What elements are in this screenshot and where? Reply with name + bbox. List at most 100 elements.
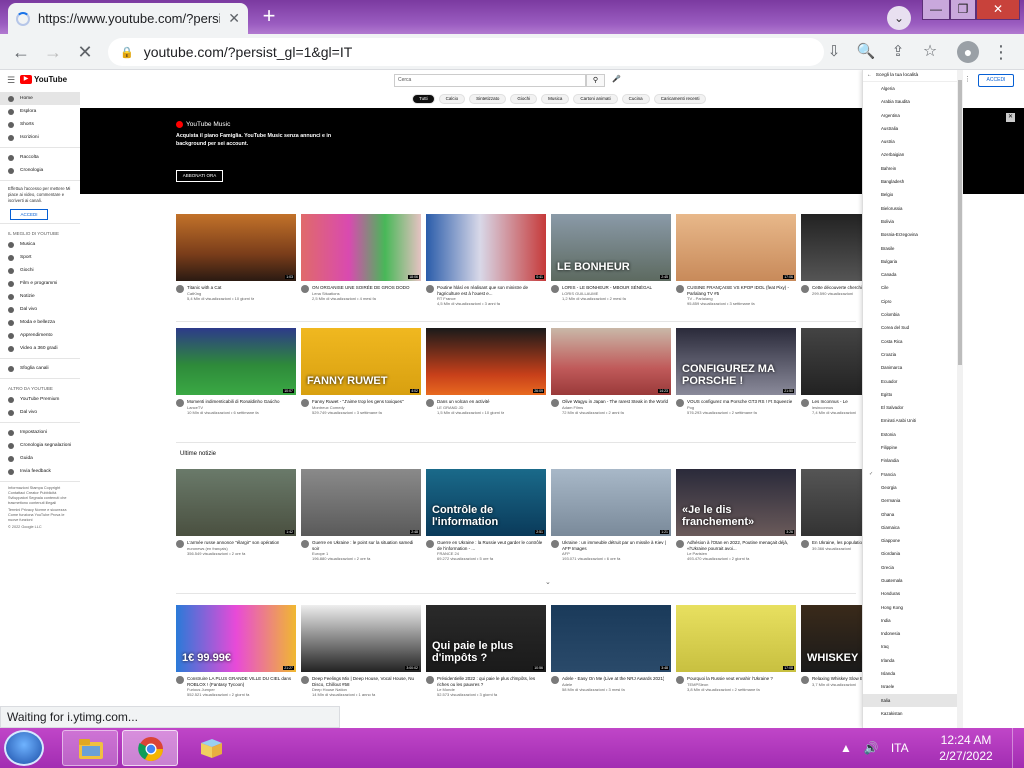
country-option-bahrein[interactable]: Bahrein: [863, 162, 958, 175]
chevron-down-icon[interactable]: ⌄: [545, 578, 551, 586]
video-title[interactable]: Deep Feelings Mix | Deep House, Vocal Ho…: [312, 676, 421, 687]
stop-loading-icon[interactable]: ✕: [74, 41, 96, 63]
profile-avatar-icon[interactable]: ●: [957, 41, 979, 63]
country-option-bolivia[interactable]: Bolivia: [863, 215, 958, 228]
video-card[interactable]: 3:00:02 Deep Feelings Mix | Deep House, V…: [301, 605, 421, 697]
back-icon[interactable]: ←: [10, 41, 32, 63]
location-dropdown-header[interactable]: ← Scegli la tua località: [863, 70, 958, 82]
chip-tutti[interactable]: Tutti: [412, 94, 435, 104]
sidebar-item-moda-e-bellezza[interactable]: Moda e bellezza: [0, 316, 80, 329]
new-tab-button[interactable]: +: [256, 5, 282, 29]
sidebar-item-cronologia-segnalazioni[interactable]: Cronologia segnalazioni: [0, 439, 80, 452]
sidebar-item-home[interactable]: Home: [0, 92, 80, 105]
microphone-icon[interactable]: 🎤: [612, 75, 621, 83]
country-option-italia[interactable]: Italia: [863, 693, 958, 707]
country-option-indonesia[interactable]: Indonesia: [863, 627, 958, 640]
video-card[interactable]: CONFIGUREZ MA PORSCHE ! 21:50 VOUS configu…: [676, 328, 796, 415]
country-option-ecuador[interactable]: Ecuador: [863, 375, 958, 388]
country-option-filippine[interactable]: Filippine: [863, 441, 958, 454]
channel-avatar[interactable]: [551, 540, 559, 548]
channel-avatar[interactable]: [426, 285, 434, 293]
country-option-georgia[interactable]: Georgia: [863, 481, 958, 494]
channel-avatar[interactable]: [426, 399, 434, 407]
minimize-button[interactable]: —: [922, 0, 950, 20]
country-option-bangladesh[interactable]: Bangladesh: [863, 175, 958, 188]
maximize-button[interactable]: ❐: [950, 0, 976, 20]
sidebar-item-guida[interactable]: Guida: [0, 452, 80, 465]
chip-giochi[interactable]: Giochi: [510, 94, 538, 104]
video-thumbnail[interactable]: 3:00:02: [301, 605, 421, 672]
country-option-algeria[interactable]: Algeria: [863, 82, 958, 95]
channel-avatar[interactable]: [676, 540, 684, 548]
video-card[interactable]: LE BONHEUR 2:45 LORIS - LE BONHEUR - MBOUR…: [551, 214, 671, 306]
video-card[interactable]: 26:09 Dans un volcan en activité LE GRAND …: [426, 328, 546, 415]
video-thumbnail[interactable]: FANNY RUWET 4:02: [301, 328, 421, 395]
country-option-giordania[interactable]: Giordania: [863, 547, 958, 560]
video-title[interactable]: Olive Wagyu in Japan - The rarest Steak …: [562, 399, 668, 405]
menu-kebab-icon[interactable]: ⋮: [990, 41, 1012, 63]
video-title[interactable]: Construire LA PLUS GRANDE VILLE DU CIEL …: [187, 676, 296, 687]
video-card[interactable]: 17:06 CUISINE FRANÇAISE VS KPOP IDOL (fea…: [676, 214, 796, 306]
country-option-bulgaria[interactable]: Bulgaria: [863, 255, 958, 268]
sidebar-item-giochi[interactable]: Giochi: [0, 264, 80, 277]
country-option-islanda[interactable]: Islanda: [863, 667, 958, 680]
sidebar-item-raccolta[interactable]: Raccolta: [0, 151, 80, 164]
search-icon[interactable]: ⚲: [586, 74, 605, 87]
channel-avatar[interactable]: [301, 676, 309, 684]
show-hidden-icons-icon[interactable]: ▲: [840, 741, 852, 755]
youtube-logo[interactable]: ▶ YouTube: [20, 75, 67, 84]
sidebar-item-sport[interactable]: Sport: [0, 251, 80, 264]
country-option-ghana[interactable]: Ghana: [863, 508, 958, 521]
video-title[interactable]: Adele - Easy On Me (Live at the NRJ Awar…: [562, 676, 664, 682]
country-option-costa-rica[interactable]: Costa Rica: [863, 335, 958, 348]
settings-dots-icon[interactable]: ⋮: [964, 75, 971, 83]
channel-avatar[interactable]: [551, 285, 559, 293]
tab-search-button[interactable]: ⌄: [887, 6, 911, 30]
channel-avatar[interactable]: [801, 285, 809, 293]
video-title[interactable]: ON ORGANISE UNE SOIRÉE DE GROS DODO: [312, 285, 410, 291]
chip-cartoni-animati[interactable]: Cartoni animati: [573, 94, 618, 104]
sidebar-item-dal-vivo[interactable]: Dal vivo: [0, 303, 80, 316]
yt-search-input[interactable]: Cerca: [394, 74, 586, 87]
video-card[interactable]: 14:23 Olive Wagyu in Japan - The rarest S…: [551, 328, 671, 415]
back-arrow-icon[interactable]: ←: [867, 73, 872, 78]
country-option-australia[interactable]: Australia: [863, 122, 958, 135]
video-card[interactable]: FANNY RUWET 4:02 Fanny Ruwet - "J'aime tro…: [301, 328, 421, 415]
video-card[interactable]: 17:08 Pourquoi la Russie veut envahir l'U…: [676, 605, 796, 697]
sidebar-signin-button[interactable]: ACCEDI: [10, 209, 48, 220]
country-option-iraq[interactable]: Iraq: [863, 640, 958, 653]
video-title[interactable]: CUISINE FRANÇAISE VS KPOP IDOL (feat Pix…: [687, 285, 796, 296]
sidebar-item-musica[interactable]: Musica: [0, 238, 80, 251]
sidebar-item-video-a-360-gradi[interactable]: Video a 360 gradi: [0, 342, 80, 355]
country-option-germania[interactable]: Germania: [863, 494, 958, 507]
close-tab-icon[interactable]: ✕: [228, 10, 240, 27]
channel-avatar[interactable]: [176, 399, 184, 407]
sidebar-item-youtube-premium[interactable]: YouTube Premium: [0, 393, 80, 406]
clock[interactable]: 12:24 AM 2/27/2022: [930, 732, 1002, 764]
video-title[interactable]: Ukraine : un immeuble détruit par un mis…: [562, 540, 671, 551]
hamburger-menu-icon[interactable]: ☰: [7, 75, 15, 86]
zoom-icon[interactable]: 🔍: [855, 41, 877, 63]
video-card[interactable]: 10:07 Momenti indimenticabili di Ronaldin…: [176, 328, 296, 415]
channel-avatar[interactable]: [176, 540, 184, 548]
video-thumbnail[interactable]: 1€ 99.99€ 21:27: [176, 605, 296, 672]
video-title[interactable]: VOUS configurez ma Porsche GT3 RS ! Ft S…: [687, 399, 792, 405]
video-card[interactable]: «Je le dis franchement» 3:26 Adhésion à l'…: [676, 469, 796, 561]
video-card[interactable]: 18:06 ON ORGANISE UNE SOIRÉE DE GROS DODO…: [301, 214, 421, 306]
video-card[interactable]: 1€ 99.99€ 21:27 Construire LA PLUS GRANDE …: [176, 605, 296, 697]
country-option-argentina[interactable]: Argentina: [863, 109, 958, 122]
video-card[interactable]: 1:21 Ukraine : un immeuble détruit par un…: [551, 469, 671, 561]
country-option-danimarca[interactable]: Danimarca: [863, 361, 958, 374]
country-option-egitto[interactable]: Egitto: [863, 388, 958, 401]
share-icon[interactable]: ⇪: [887, 41, 909, 63]
chip-musica[interactable]: Musica: [541, 94, 570, 104]
show-desktop-button[interactable]: [1012, 728, 1024, 768]
country-option-cipro[interactable]: Cipro: [863, 295, 958, 308]
video-thumbnail[interactable]: 1:42: [176, 469, 296, 536]
video-card[interactable]: Contrôle de l'information 2:51 Guerre en U…: [426, 469, 546, 561]
video-thumbnail[interactable]: 14:23: [551, 328, 671, 395]
video-thumbnail[interactable]: 1:03: [176, 214, 296, 281]
taskbar-app[interactable]: [184, 730, 240, 766]
channel-avatar[interactable]: [551, 676, 559, 684]
country-option-brasile[interactable]: Brasile: [863, 242, 958, 255]
